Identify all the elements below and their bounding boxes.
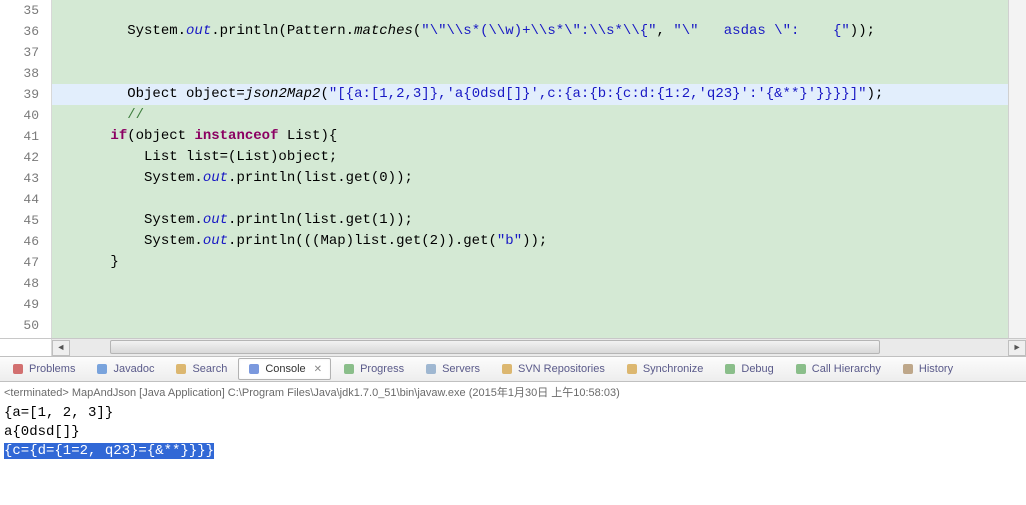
tab-history[interactable]: History [892,358,962,380]
tab-label: Problems [29,363,75,375]
debug-icon [723,362,737,376]
editor-area: 35363738394041424344454647484950 System.… [0,0,1026,338]
scroll-right-button[interactable]: ► [1008,340,1026,356]
tab-problems[interactable]: Problems [2,358,84,380]
tab-label: Search [192,363,227,375]
tab-label: Call Hierarchy [812,363,881,375]
line-number: 39 [0,84,51,105]
tab-label: History [919,363,953,375]
vertical-scrollbar[interactable] [1008,0,1026,338]
code-line[interactable] [52,42,1026,63]
code-line[interactable]: System.out.println(((Map)list.get(2)).ge… [52,231,1026,252]
console-line[interactable]: {c={d={1=2, q23}={&**}}}} [4,442,1022,461]
callh-icon [794,362,808,376]
horizontal-scrollbar[interactable]: ◄ ► [0,338,1026,356]
code-line[interactable]: if(object instanceof List){ [52,126,1026,147]
code-line[interactable]: Object object=json2Map2("[{a:[1,2,3]},'a… [52,84,1026,105]
line-number: 37 [0,42,51,63]
code-line[interactable]: System.out.println(Pattern.matches("\"\\… [52,21,1026,42]
problems-icon [11,362,25,376]
history-icon [901,362,915,376]
line-number: 38 [0,63,51,84]
line-number: 45 [0,210,51,231]
code-line[interactable] [52,0,1026,21]
console-line[interactable]: {a=[1, 2, 3]} [4,404,1022,423]
svn-icon [500,362,514,376]
code-area[interactable]: System.out.println(Pattern.matches("\"\\… [52,0,1026,338]
tab-console[interactable]: Console ✕ [238,358,331,380]
code-line[interactable] [52,189,1026,210]
tab-label: Servers [442,363,480,375]
tab-debug[interactable]: Debug [714,358,782,380]
line-number: 46 [0,231,51,252]
line-number: 48 [0,273,51,294]
code-line[interactable]: System.out.println(list.get(0)); [52,168,1026,189]
servers-icon [424,362,438,376]
progress-icon [342,362,356,376]
search-icon [174,362,188,376]
code-line[interactable]: } [52,252,1026,273]
tab-sync[interactable]: Synchronize [616,358,713,380]
code-line[interactable] [52,294,1026,315]
tab-label: Javadoc [113,363,154,375]
tab-label: Console [265,363,305,375]
code-line[interactable] [52,315,1026,336]
close-icon[interactable]: ✕ [314,364,322,375]
console-icon [247,362,261,376]
tab-search[interactable]: Search [165,358,236,380]
tab-callh[interactable]: Call Hierarchy [785,358,890,380]
tab-label: Debug [741,363,773,375]
code-line[interactable] [52,63,1026,84]
tab-svn[interactable]: SVN Repositories [491,358,614,380]
tab-servers[interactable]: Servers [415,358,489,380]
line-number: 43 [0,168,51,189]
code-line[interactable]: List list=(List)object; [52,147,1026,168]
line-number: 44 [0,189,51,210]
scroll-left-button[interactable]: ◄ [52,340,70,356]
line-number: 35 [0,0,51,21]
line-number: 40 [0,105,51,126]
views-tab-bar: Problems Javadoc Search Console ✕ Progress Ser… [0,356,1026,382]
line-number: 36 [0,21,51,42]
console-output[interactable]: {a=[1, 2, 3]}a{0dsd[]}{c={d={1=2, q23}={… [0,404,1026,461]
code-line[interactable]: // [52,105,1026,126]
line-number: 47 [0,252,51,273]
code-line[interactable] [52,273,1026,294]
sync-icon [625,362,639,376]
tab-javadoc[interactable]: Javadoc [86,358,163,380]
line-number: 49 [0,294,51,315]
code-line[interactable]: System.out.println(list.get(1)); [52,210,1026,231]
console-line[interactable]: a{0dsd[]} [4,423,1022,442]
scroll-thumb[interactable] [110,340,880,354]
line-number-gutter: 35363738394041424344454647484950 [0,0,52,338]
tab-label: SVN Repositories [518,363,605,375]
tab-progress[interactable]: Progress [333,358,413,380]
console-header: <terminated> MapAndJson [Java Applicatio… [0,382,1026,404]
line-number: 50 [0,315,51,336]
scroll-track[interactable] [70,340,1008,356]
line-number: 42 [0,147,51,168]
line-number: 41 [0,126,51,147]
tab-label: Progress [360,363,404,375]
javadoc-icon [95,362,109,376]
tab-label: Synchronize [643,363,704,375]
